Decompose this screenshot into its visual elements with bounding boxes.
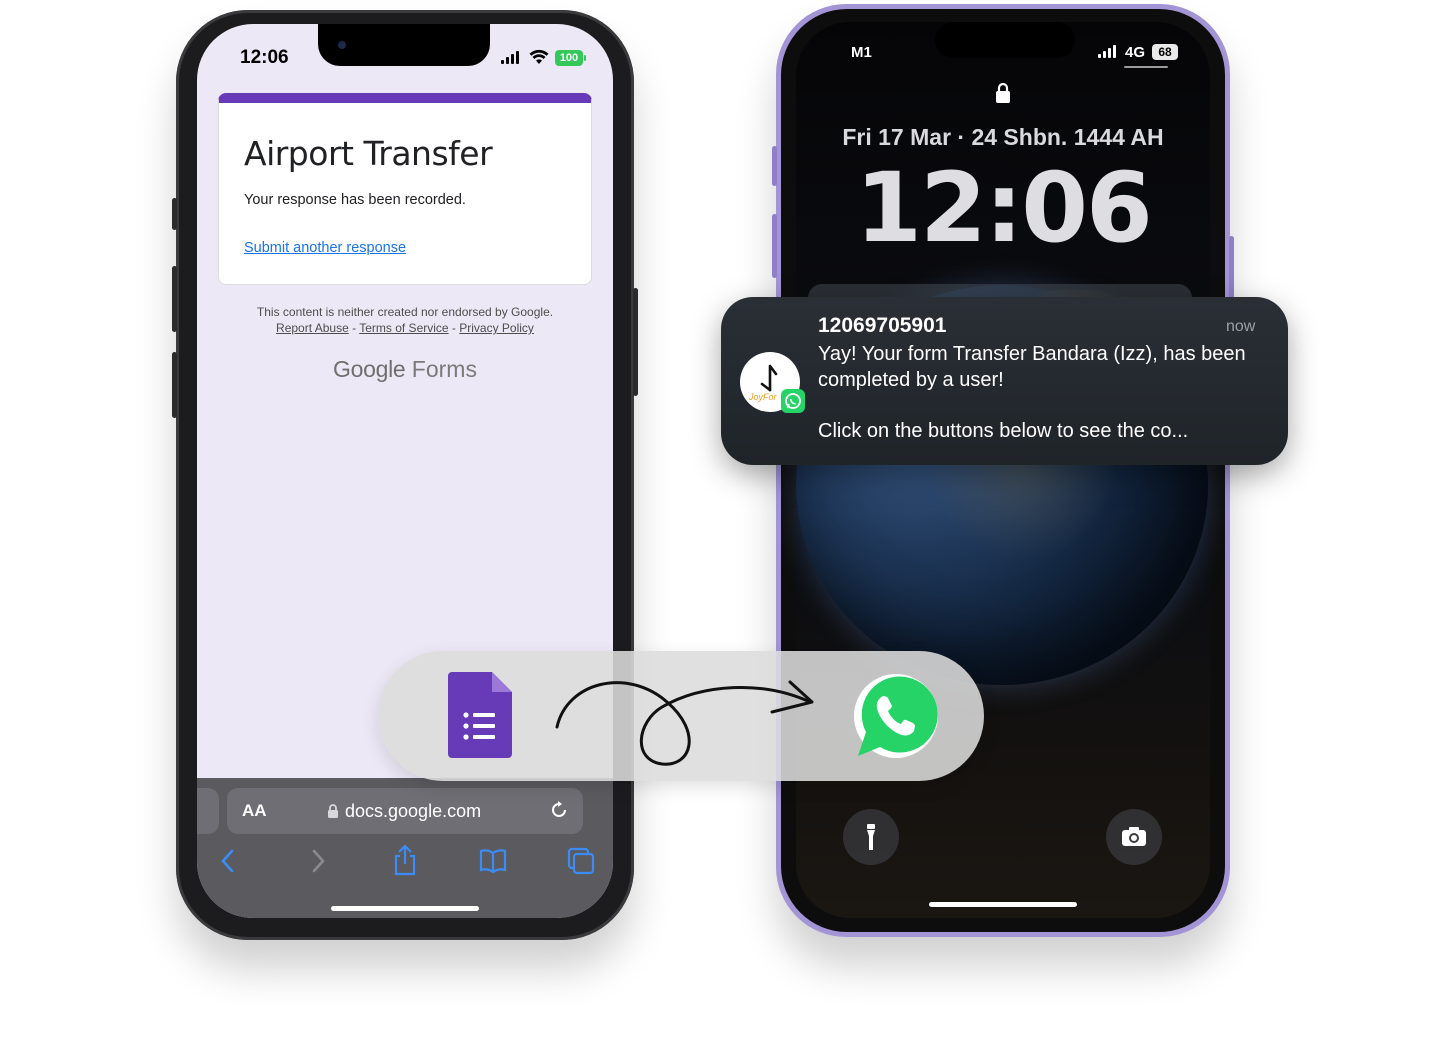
control-center-indicator	[1124, 66, 1168, 68]
whatsapp-icon	[854, 674, 938, 758]
reload-icon[interactable]	[549, 800, 569, 820]
wifi-icon	[529, 49, 549, 64]
lock-icon	[328, 804, 338, 818]
bookmarks-icon[interactable]	[478, 848, 508, 874]
volume-down-button	[172, 352, 177, 418]
separator: -	[448, 321, 460, 335]
app-icon-label: JoyFor	[749, 392, 777, 402]
form-response-card	[218, 93, 592, 285]
forward-chevron-icon[interactable]	[308, 848, 328, 874]
lock-screen-time: 12:06	[855, 152, 1153, 264]
share-icon[interactable]	[392, 844, 418, 876]
report-abuse-link[interactable]: Report Abuse	[276, 321, 349, 335]
lock-icon	[996, 82, 1010, 103]
notification-time: now	[1226, 318, 1256, 335]
privacy-policy-link[interactable]: Privacy Policy	[459, 321, 534, 335]
back-chevron-icon[interactable]	[218, 848, 238, 874]
battery-indicator: 100	[555, 50, 583, 66]
notification-sender: 12069705901	[818, 314, 947, 337]
carrier-name: M1	[851, 44, 872, 61]
tabs-icon[interactable]	[566, 846, 596, 876]
status-time: 12:06	[240, 47, 289, 68]
submit-another-response-link[interactable]: Submit another response	[244, 240, 406, 256]
terms-of-service-link[interactable]: Terms of Service	[359, 321, 448, 335]
signal-icon	[1098, 45, 1116, 58]
front-camera	[338, 41, 346, 49]
previous-tab-pill[interactable]	[197, 788, 219, 834]
volume-up-button	[772, 214, 777, 278]
logo-forms-text: Forms	[411, 356, 477, 382]
flashlight-button[interactable]	[843, 809, 899, 865]
volume-up-button	[172, 266, 177, 332]
camera-icon	[1122, 827, 1146, 846]
home-indicator[interactable]	[331, 906, 479, 911]
signal-icon	[501, 51, 519, 64]
google-forms-icon	[448, 672, 512, 758]
url-text[interactable]: docs.google.com	[345, 801, 481, 822]
flashlight-icon	[867, 824, 875, 850]
logo-google-text: Google	[333, 356, 406, 382]
dynamic-island	[935, 22, 1075, 58]
response-recorded-message: Your response has been recorded.	[244, 192, 466, 208]
disclaimer-text: This content is neither created nor endo…	[256, 305, 554, 319]
text-size-button[interactable]: AA	[242, 801, 267, 821]
silent-switch	[172, 198, 177, 230]
separator: -	[348, 321, 360, 335]
battery-cap	[584, 55, 586, 61]
lock-screen-date: Fri 17 Mar · 24 Shbn. 1444 AH	[842, 124, 1164, 150]
camera-button[interactable]	[1106, 809, 1162, 865]
curly-arrow-icon	[555, 680, 814, 766]
action-button	[772, 146, 777, 186]
battery-indicator: 68	[1152, 44, 1178, 60]
whatsapp-badge-icon	[781, 389, 805, 413]
google-forms-logo: Google Forms	[218, 356, 592, 383]
home-indicator[interactable]	[929, 902, 1077, 907]
form-title: Airport Transfer	[244, 134, 493, 173]
power-button	[633, 288, 638, 396]
network-type: 4G	[1125, 44, 1146, 61]
notification-body: Yay! Your form Transfer Bandara (Izz), h…	[818, 343, 1246, 391]
form-footer: This content is neither created nor endo…	[218, 304, 592, 336]
power-button	[1229, 236, 1234, 300]
notification-cta: Click on the buttons below to see the co…	[818, 420, 1189, 442]
